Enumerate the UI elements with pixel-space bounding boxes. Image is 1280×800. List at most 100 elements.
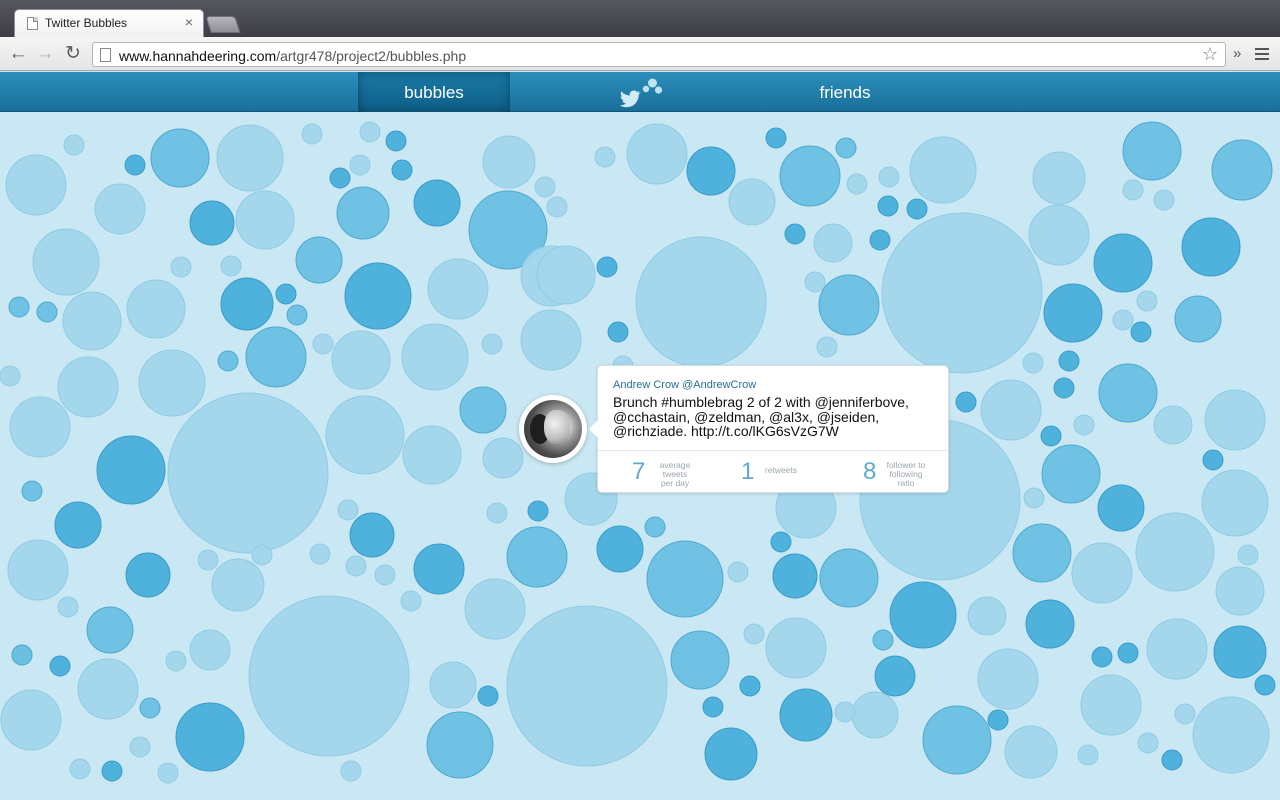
tweet-bubble[interactable]	[77, 658, 139, 720]
tweet-bubble[interactable]	[1174, 703, 1196, 725]
tweet-bubble[interactable]	[165, 650, 187, 672]
tweet-bubble[interactable]	[594, 146, 616, 168]
tweet-bubble[interactable]	[197, 549, 219, 571]
tweet-bubble[interactable]	[772, 553, 818, 599]
tweet-bubble[interactable]	[872, 629, 894, 651]
tweet-bubble[interactable]	[1040, 425, 1062, 447]
tweet-bubble[interactable]	[1174, 295, 1222, 343]
tweet-bubble[interactable]	[1093, 233, 1153, 293]
tweet-bubble[interactable]	[1211, 139, 1273, 201]
tweet-bubble[interactable]	[21, 480, 43, 502]
tweet-bubble[interactable]	[62, 291, 122, 351]
tweet-bubble[interactable]	[32, 228, 100, 296]
tweet-bubble[interactable]	[813, 223, 853, 263]
tweet-bubble[interactable]	[385, 130, 407, 152]
tweet-bubble[interactable]	[1028, 204, 1090, 266]
tweet-bubble[interactable]	[596, 256, 618, 278]
tweet-bubble[interactable]	[1071, 542, 1133, 604]
tweet-bubble[interactable]	[189, 629, 231, 671]
tweet-bubble[interactable]	[86, 606, 134, 654]
tweet-bubble[interactable]	[889, 581, 957, 649]
tweet-bubble[interactable]	[301, 123, 323, 145]
reload-icon[interactable]: ↻	[61, 42, 85, 66]
tweet-bubble[interactable]	[126, 279, 186, 339]
tweet-bubble[interactable]	[818, 274, 880, 336]
tweet-bubble[interactable]	[1043, 283, 1103, 343]
new-tab-button[interactable]	[205, 16, 241, 33]
tweet-bubble[interactable]	[189, 200, 235, 246]
tweet-bubble[interactable]	[345, 555, 367, 577]
tweet-bubble[interactable]	[157, 762, 179, 784]
tweet-bubble[interactable]	[349, 512, 395, 558]
tweet-bubble[interactable]	[139, 697, 161, 719]
tweet-bubble[interactable]	[482, 135, 536, 189]
tweet-bubble[interactable]	[906, 198, 928, 220]
tweet-bubble[interactable]	[235, 190, 295, 250]
tweet-bubble[interactable]	[1112, 309, 1134, 331]
tweet-bubble[interactable]	[644, 516, 666, 538]
tweet-bubble[interactable]	[481, 333, 503, 355]
tweet-bubble[interactable]	[1201, 469, 1269, 537]
tweet-bubble[interactable]	[506, 526, 568, 588]
tweet-bubble[interactable]	[804, 271, 826, 293]
tweet-bubble[interactable]	[702, 696, 724, 718]
tweet-bubble[interactable]	[402, 425, 462, 485]
twitter-bubbles-logo[interactable]	[618, 76, 664, 110]
tweet-bubble[interactable]	[967, 596, 1007, 636]
tweet-bubble[interactable]	[909, 136, 977, 204]
tweet-bubble[interactable]	[57, 596, 79, 618]
tweet-bubble[interactable]	[340, 760, 362, 782]
tweet-bubble[interactable]	[987, 709, 1009, 731]
tweet-bubble[interactable]	[11, 644, 33, 666]
nav-friends-tab[interactable]: friends	[770, 72, 920, 112]
tweet-bubble[interactable]	[459, 386, 507, 434]
tweet-bubble[interactable]	[765, 617, 827, 679]
tweet-bubble[interactable]	[506, 605, 668, 767]
tweet-bubble[interactable]	[704, 727, 758, 781]
tweet-bubble[interactable]	[167, 392, 329, 554]
tweet-bubble[interactable]	[429, 661, 477, 709]
extensions-chevron-icon[interactable]: »	[1233, 45, 1241, 62]
tweet-bubble[interactable]	[413, 543, 465, 595]
tweet-bubble[interactable]	[54, 501, 102, 549]
tweet-bubble[interactable]	[325, 395, 405, 475]
bookmark-star-icon[interactable]: ☆	[1202, 44, 1218, 65]
tweet-bubble[interactable]	[5, 154, 67, 216]
tweet-bubble[interactable]	[1202, 449, 1224, 471]
tweet-bubble[interactable]	[1204, 389, 1266, 451]
tweet-bubble[interactable]	[312, 333, 334, 355]
tweet-bubble[interactable]	[727, 561, 749, 583]
tweet-bubble[interactable]	[607, 321, 629, 343]
tweet-bubble[interactable]	[175, 702, 245, 772]
tweet-bubble[interactable]	[1146, 618, 1208, 680]
tweet-bubble[interactable]	[527, 500, 549, 522]
tweet-bubble[interactable]	[1117, 642, 1139, 664]
tweet-bubble[interactable]	[36, 301, 58, 323]
forward-arrow-icon[interactable]: →	[33, 42, 57, 66]
tweet-bubble[interactable]	[57, 356, 119, 418]
tweet-bubble[interactable]	[482, 437, 524, 479]
tweet-bubble[interactable]	[922, 705, 992, 775]
tweet-bubble[interactable]	[251, 544, 273, 566]
tweet-bubble[interactable]	[426, 711, 494, 779]
tweet-bubble[interactable]	[1032, 151, 1086, 205]
tweet-bubble[interactable]	[770, 531, 792, 553]
tweet-bubble[interactable]	[336, 186, 390, 240]
tweet-bubble[interactable]	[49, 655, 71, 677]
tweet-bubble[interactable]	[834, 701, 856, 723]
tweet-bubble[interactable]	[69, 758, 91, 780]
tweet-bubble[interactable]	[779, 145, 841, 207]
tweet-bubble[interactable]	[374, 564, 396, 586]
tweet-bubble[interactable]	[400, 590, 422, 612]
tweet-bubble[interactable]	[977, 648, 1039, 710]
tweet-bubble[interactable]	[1237, 544, 1259, 566]
menu-icon[interactable]	[1255, 48, 1269, 60]
browser-tab[interactable]: Twitter Bubbles ×	[14, 9, 204, 37]
tweet-bubble[interactable]	[1012, 523, 1072, 583]
tweet-bubble[interactable]	[877, 195, 899, 217]
tweet-bubble[interactable]	[1130, 321, 1152, 343]
tweet-bubble[interactable]	[7, 539, 69, 601]
tweet-bubble[interactable]	[477, 685, 499, 707]
tweet-bubble[interactable]	[286, 304, 308, 326]
tweet-bubble[interactable]	[1153, 189, 1175, 211]
